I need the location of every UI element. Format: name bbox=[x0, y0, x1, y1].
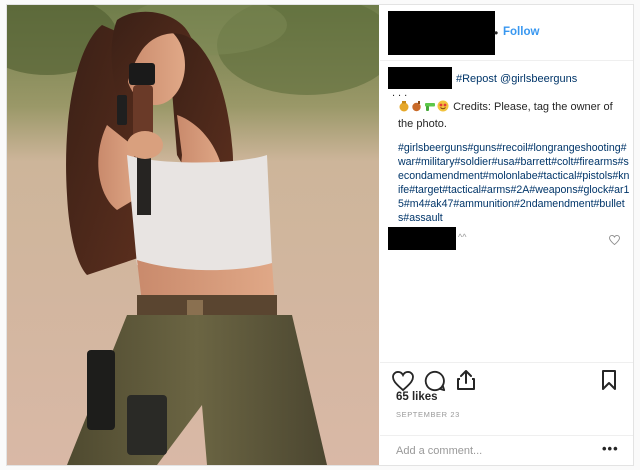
add-comment-input[interactable]: Add a comment... bbox=[396, 445, 482, 457]
add-comment-bar: Add a comment... ••• bbox=[380, 435, 633, 466]
post-sidebar: • Follow #Repost @girlsbeerguns ... Cred… bbox=[380, 5, 633, 465]
water-pistol-emoji bbox=[424, 100, 436, 117]
bomb-emoji bbox=[411, 100, 423, 117]
comment-like-icon[interactable] bbox=[609, 232, 620, 250]
money-bag-emoji bbox=[398, 100, 410, 117]
hashtag-list[interactable]: #girlsbeerguns#guns#recoil#longrangeshoo… bbox=[398, 142, 630, 225]
post-photo[interactable] bbox=[7, 5, 379, 465]
bookmark-icon[interactable] bbox=[601, 370, 617, 395]
instagram-post: • Follow #Repost @girlsbeerguns ... Cred… bbox=[6, 4, 634, 466]
post-header: • Follow bbox=[380, 5, 633, 61]
post-date: SEPTEMBER 23 bbox=[396, 410, 460, 419]
post-image bbox=[7, 5, 379, 465]
screenshot-frame: • Follow #Repost @girlsbeerguns ... Cred… bbox=[0, 0, 640, 470]
caption-ellipsis: ... bbox=[392, 87, 411, 99]
reply-text: ^^ bbox=[458, 232, 467, 242]
redacted-avatar-username bbox=[388, 11, 495, 55]
more-options-icon[interactable]: ••• bbox=[602, 441, 619, 456]
redacted-username bbox=[388, 67, 452, 89]
repost-link[interactable]: #Repost @girlsbeerguns bbox=[456, 73, 577, 85]
action-bar: 65 likes SEPTEMBER 23 Add a comment... •… bbox=[380, 362, 633, 465]
share-icon[interactable] bbox=[456, 369, 476, 396]
heart-eyes-emoji bbox=[437, 100, 449, 117]
likes-count[interactable]: 65 likes bbox=[396, 391, 438, 403]
redacted-commenter bbox=[388, 227, 456, 250]
follow-button[interactable]: Follow bbox=[503, 26, 539, 38]
separator-dot: • bbox=[494, 26, 499, 40]
comments-section: #Repost @girlsbeerguns ... Credits: Plea… bbox=[380, 62, 633, 362]
caption-credits: Credits: Please, tag the owner of the ph… bbox=[398, 100, 626, 132]
